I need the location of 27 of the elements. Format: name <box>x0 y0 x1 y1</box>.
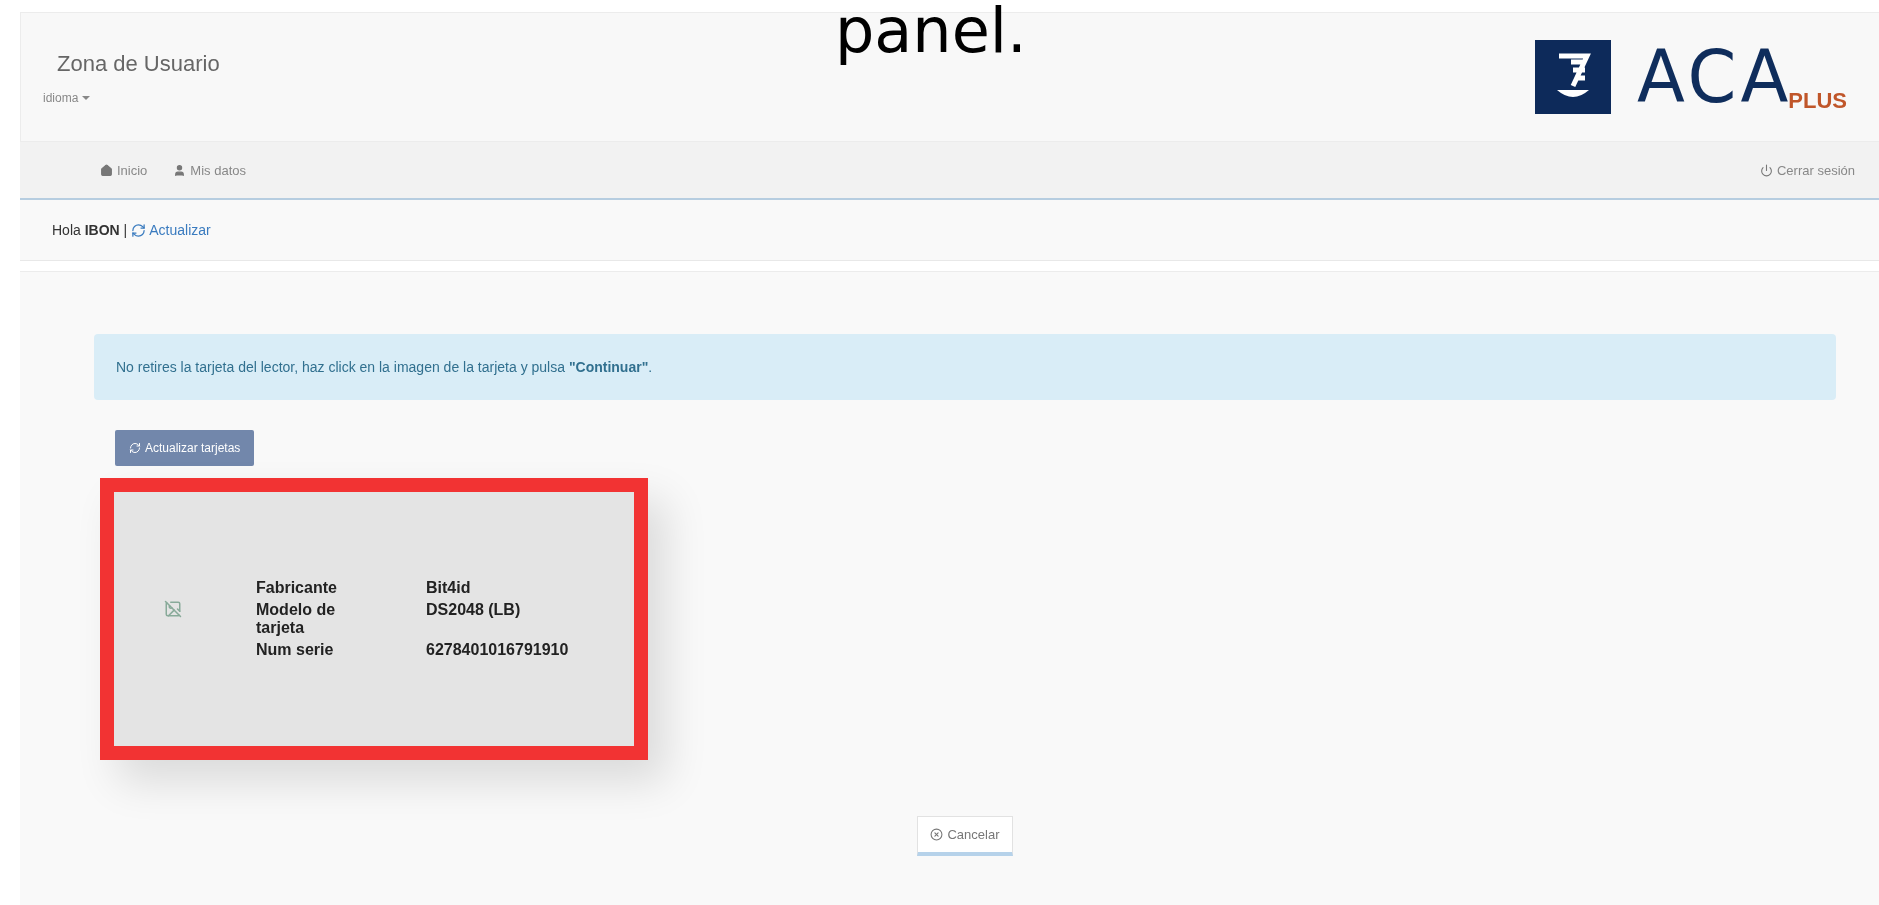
refresh-icon <box>131 222 147 238</box>
cancel-icon <box>930 828 944 841</box>
nav-link[interactable]: Inicio <box>100 162 148 178</box>
field-value: Bit4id <box>426 579 472 597</box>
scale-logo-icon <box>1534 40 1611 114</box>
language-menu[interactable]: idioma <box>43 91 220 105</box>
brand-logo: ACAPLUS <box>1636 42 1847 112</box>
caret-icon <box>82 96 91 100</box>
refresh-icon <box>129 442 141 454</box>
power-icon <box>1759 163 1773 177</box>
logout-link[interactable]: Cerrar sesión <box>1759 162 1855 178</box>
alert-text: No retires la tarjeta del lector, haz click en la imagen de la tarjeta y pulsa "Continuar". <box>116 359 653 375</box>
refresh-cards-button[interactable]: Actualizar tarjetas <box>115 430 255 466</box>
field-value: 6278401016791910 <box>426 641 569 659</box>
field-value: DS2048 (LB) <box>426 601 522 620</box>
home-icon <box>100 163 113 177</box>
user-icon <box>173 163 187 177</box>
field-label: Modelo de tarjeta <box>256 601 337 637</box>
field-label: Fabricante <box>256 579 338 597</box>
greeting-text: Hola IBON | <box>52 222 128 238</box>
field-label: Num serie <box>256 641 335 659</box>
nav-link[interactable]: Mis datos <box>173 162 246 178</box>
broken-image-icon <box>164 600 182 618</box>
card-panel[interactable]: Fabricante Bit4id Modelo de tarjeta DS2048 (LB) Num serie 6278401016791910 <box>100 478 648 760</box>
site-title: Zona de Usuario <box>57 51 220 77</box>
refresh-link[interactable]: Actualizar <box>131 222 211 238</box>
cancel-button[interactable]: Cancelar <box>917 816 1013 856</box>
